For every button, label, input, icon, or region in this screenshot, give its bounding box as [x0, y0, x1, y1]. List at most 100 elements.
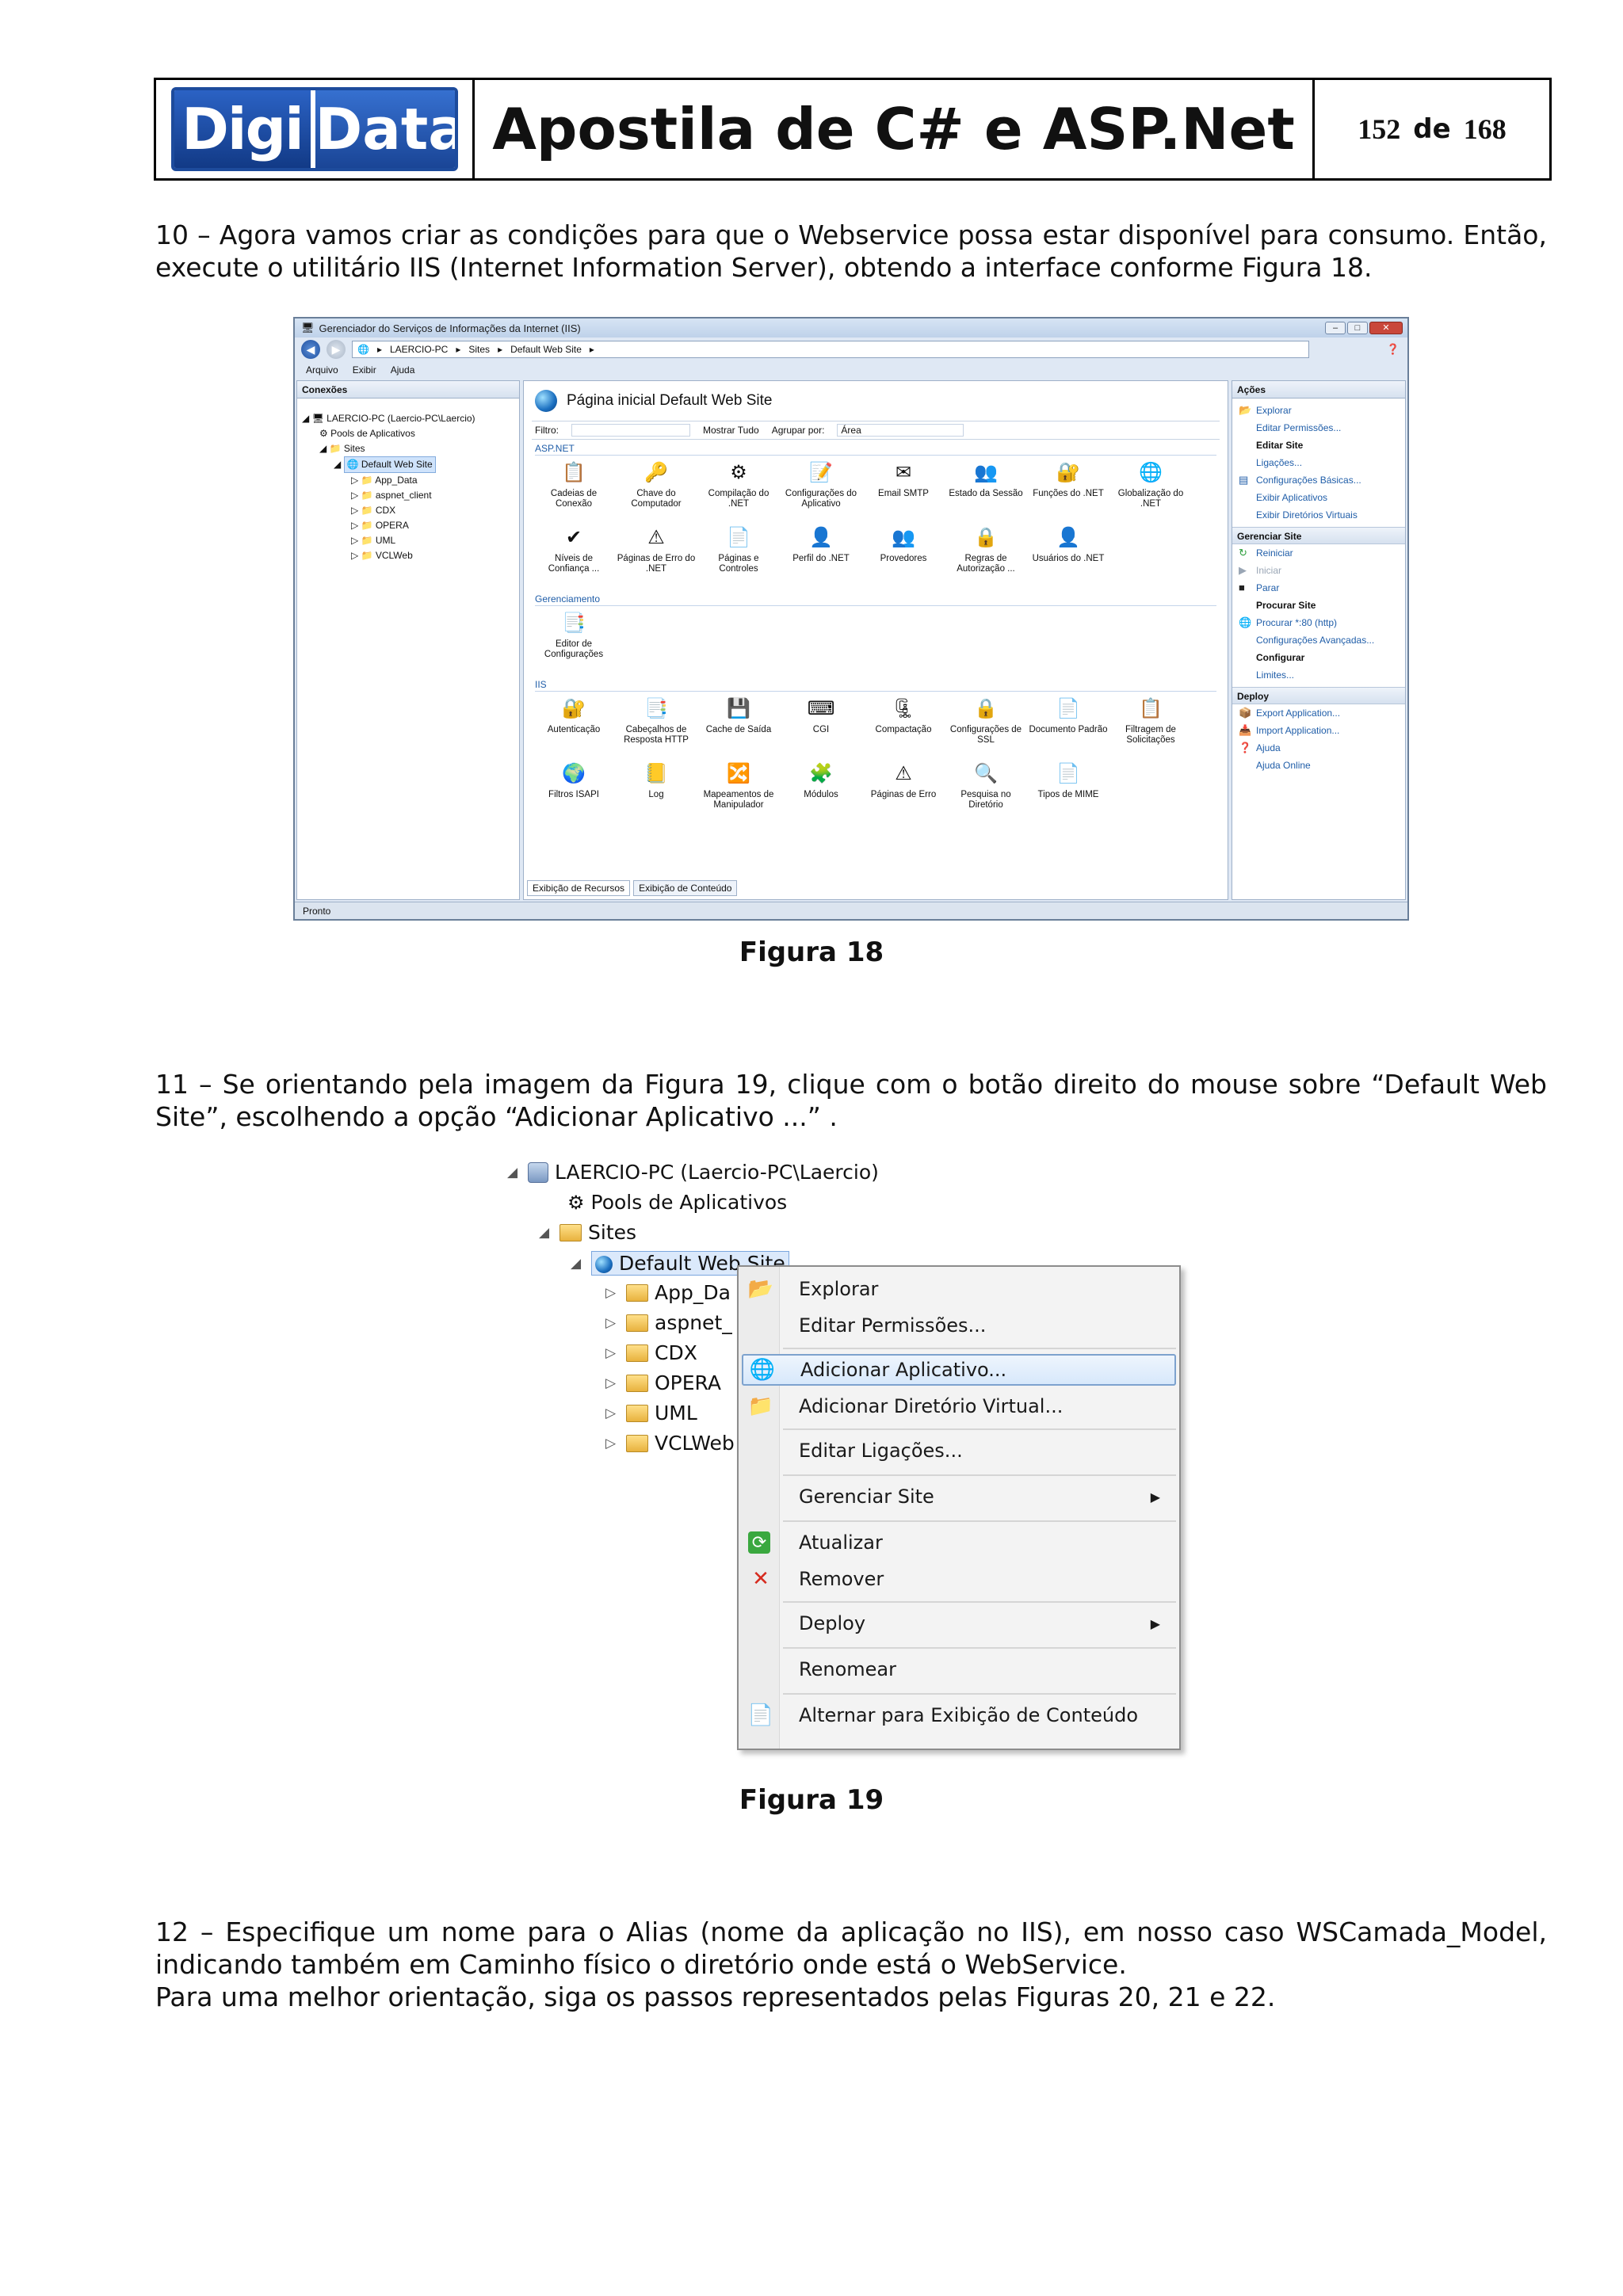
- help-icon[interactable]: ❓: [1387, 343, 1400, 356]
- action-restart[interactable]: ↻ Reiniciar: [1232, 544, 1405, 562]
- menu-adicionar-aplicativo[interactable]: 🌐 Adicionar Aplicativo...: [742, 1354, 1176, 1386]
- action-bindings[interactable]: Ligações...: [1232, 454, 1405, 471]
- menu-alternar-exibicao[interactable]: 📄 Alternar para Exibição de Conteúdo: [742, 1699, 1176, 1731]
- tree-folder[interactable]: ▷ 📁 UML: [302, 533, 514, 548]
- tab-features-view[interactable]: Exibição de Recursos: [527, 880, 631, 896]
- tree-folder[interactable]: ▷ aspnet_: [605, 1311, 732, 1334]
- aspnet-feature-icon[interactable]: 👤 Usuários do .NET: [1028, 525, 1109, 590]
- group-by-select[interactable]: Área: [837, 424, 964, 437]
- action-help[interactable]: ❓ Ajuda: [1232, 739, 1405, 757]
- tree-server[interactable]: ◢ 🖥 LAERCIO-PC (Laercio-PC\Laercio): [302, 411, 514, 426]
- management-feature-icon[interactable]: 📑 Editor de Configurações: [533, 611, 614, 676]
- aspnet-feature-icon[interactable]: ✉ Email SMTP: [863, 460, 944, 525]
- action-explore[interactable]: 📂 Explorar: [1232, 402, 1405, 419]
- action-edit-permissions[interactable]: Editar Permissões...: [1232, 419, 1405, 437]
- aspnet-feature-icon[interactable]: 🔑 Chave do Computador: [616, 460, 697, 525]
- aspnet-feature-icon[interactable]: 👥 Estado da Sessão: [945, 460, 1026, 525]
- aspnet-feature-icon[interactable]: 🔐 Funções do .NET: [1028, 460, 1109, 525]
- aspnet-feature-icon[interactable]: ⚙ Compilação do .NET: [698, 460, 779, 525]
- tree-folder[interactable]: ▷ VCLWeb: [605, 1432, 735, 1455]
- iis-feature-icon[interactable]: 🧩 Módulos: [781, 761, 861, 826]
- feature-label: Chave do Computador: [631, 489, 682, 509]
- aspnet-feature-icon[interactable]: 📄 Páginas e Controles: [698, 525, 779, 590]
- manage-site-section[interactable]: Gerenciar Site: [1232, 527, 1405, 544]
- menu-deploy[interactable]: Deploy ▶: [742, 1608, 1176, 1639]
- aspnet-feature-icon[interactable]: 🔒 Regras de Autorização ...: [945, 525, 1026, 590]
- tree-sites[interactable]: ◢ 📁 Sites: [302, 441, 514, 456]
- iis-feature-icon[interactable]: 📄 Tipos de MIME: [1028, 761, 1109, 826]
- deploy-section[interactable]: Deploy: [1232, 687, 1405, 704]
- iis-feature-icon[interactable]: 📄 Documento Padrão: [1028, 696, 1109, 761]
- tree-pools[interactable]: ⚙ Pools de Aplicativos: [547, 1191, 787, 1214]
- tree-folder[interactable]: ▷ UML: [605, 1402, 697, 1425]
- action-browse-80[interactable]: 🌐 Procurar *:80 (http): [1232, 614, 1405, 631]
- maximize-button[interactable]: □: [1347, 322, 1368, 334]
- menu-editar-ligacoes[interactable]: Editar Ligações...: [742, 1435, 1176, 1466]
- menu-gerenciar-site[interactable]: Gerenciar Site ▶: [742, 1481, 1176, 1512]
- iis-feature-icon[interactable]: 📒 Log: [616, 761, 697, 826]
- menu-remover[interactable]: ✕ Remover: [742, 1563, 1176, 1595]
- menu-explorar[interactable]: 📂 Explorar: [742, 1273, 1176, 1305]
- show-all-button[interactable]: Mostrar Tudo: [703, 425, 759, 436]
- crumb-server[interactable]: LAERCIO-PC: [390, 344, 448, 355]
- iis-feature-icon[interactable]: 💾 Cache de Saída: [698, 696, 779, 761]
- aspnet-feature-icon[interactable]: 👤 Perfil do .NET: [781, 525, 861, 590]
- tree-folder[interactable]: ▷ OPERA: [605, 1371, 721, 1394]
- back-button[interactable]: ◀: [301, 340, 320, 359]
- menu-editar-permissoes[interactable]: Editar Permissões...: [742, 1310, 1176, 1341]
- action-help-online[interactable]: Ajuda Online: [1232, 757, 1405, 774]
- filter-input[interactable]: [571, 424, 690, 437]
- menu-atualizar[interactable]: ⟳ Atualizar: [742, 1527, 1176, 1558]
- tree-sites[interactable]: ◢ Sites: [539, 1221, 636, 1244]
- tab-content-view[interactable]: Exibição de Conteúdo: [633, 880, 738, 896]
- menu-exibir[interactable]: Exibir: [353, 364, 376, 376]
- action-stop[interactable]: ■ Parar: [1232, 579, 1405, 597]
- action-start[interactable]: ▶ Iniciar: [1232, 562, 1405, 579]
- aspnet-feature-icon[interactable]: ⚠ Páginas de Erro do .NET: [616, 525, 697, 590]
- iis-feature-icon[interactable]: 🔒 Configurações de SSL: [945, 696, 1026, 761]
- action-import[interactable]: 📥 Import Application...: [1232, 722, 1405, 739]
- iis-feature-icon[interactable]: ⌨ CGI: [781, 696, 861, 761]
- iis-feature-icon[interactable]: 🌍 Filtros ISAPI: [533, 761, 614, 826]
- aspnet-feature-icon[interactable]: 📋 Cadeias de Conexão: [533, 460, 614, 525]
- tree-pools[interactable]: ⚙ Pools de Aplicativos: [302, 426, 514, 441]
- tree-folder[interactable]: ▷ CDX: [605, 1341, 697, 1364]
- settings-icon: ▤: [1239, 474, 1249, 486]
- aspnet-feature-icon[interactable]: 📝 Configurações do Aplicativo: [781, 460, 861, 525]
- iis-feature-icon[interactable]: 🔐 Autenticação: [533, 696, 614, 761]
- iis-feature-icon[interactable]: 📑 Cabeçalhos de Resposta HTTP: [616, 696, 697, 761]
- iis-feature-icon[interactable]: 📋 Filtragem de Solicitações: [1110, 696, 1191, 761]
- action-export[interactable]: 📦 Export Application...: [1232, 704, 1405, 722]
- address-path[interactable]: 🌐 ▸ LAERCIO-PC ▸ Sites ▸ Default Web Sit…: [352, 341, 1309, 358]
- tree-folder[interactable]: ▷ 📁 App_Data: [302, 473, 514, 488]
- iis-feature-icon[interactable]: ⚠ Páginas de Erro: [863, 761, 944, 826]
- crumb-sites[interactable]: Sites: [468, 344, 490, 355]
- tree-folder[interactable]: ▷ 📁 CDX: [302, 503, 514, 518]
- tree-folder[interactable]: ▷ 📁 VCLWeb: [302, 548, 514, 563]
- aspnet-feature-icon[interactable]: 👥 Provedores: [863, 525, 944, 590]
- iis-feature-icon[interactable]: 🗜 Compactação: [863, 696, 944, 761]
- tree-default-site[interactable]: ◢ 🌐 Default Web Site: [302, 456, 514, 473]
- menu-renomear[interactable]: Renomear: [742, 1653, 1176, 1685]
- action-view-apps[interactable]: Exibir Aplicativos: [1232, 489, 1405, 506]
- iis-feature-icon[interactable]: 🔍 Pesquisa no Diretório: [945, 761, 1026, 826]
- minimize-button[interactable]: –: [1325, 322, 1346, 334]
- aspnet-feature-icon[interactable]: ✔ Níveis de Confiança ...: [533, 525, 614, 590]
- iis-feature-icon[interactable]: 🔀 Mapeamentos de Manipulador: [698, 761, 779, 826]
- action-limits[interactable]: Limites...: [1232, 666, 1405, 684]
- aspnet-feature-icon[interactable]: 🌐 Globalização do .NET: [1110, 460, 1191, 525]
- tree-server[interactable]: ◢ LAERCIO-PC (Laercio-PC\Laercio): [507, 1161, 879, 1184]
- crumb-site[interactable]: Default Web Site: [510, 344, 582, 355]
- action-advanced[interactable]: Configurações Avançadas...: [1232, 631, 1405, 649]
- action-basic-settings[interactable]: ▤ Configurações Básicas...: [1232, 471, 1405, 489]
- close-button[interactable]: ✕: [1369, 322, 1403, 334]
- tree-folder[interactable]: ▷ 📁 aspnet_client: [302, 488, 514, 503]
- menu-ajuda[interactable]: Ajuda: [391, 364, 415, 376]
- feature-label: Cabeçalhos de Resposta HTTP: [624, 725, 689, 745]
- menu-arquivo[interactable]: Arquivo: [306, 364, 338, 376]
- tree-folder[interactable]: ▷ App_Da: [605, 1281, 731, 1304]
- forward-button[interactable]: ▶: [327, 340, 346, 359]
- menu-adicionar-diretorio-virtual[interactable]: 📁 Adicionar Diretório Virtual...: [742, 1390, 1176, 1422]
- action-view-vdirs[interactable]: Exibir Diretórios Virtuais: [1232, 506, 1405, 524]
- tree-folder[interactable]: ▷ 📁 OPERA: [302, 518, 514, 533]
